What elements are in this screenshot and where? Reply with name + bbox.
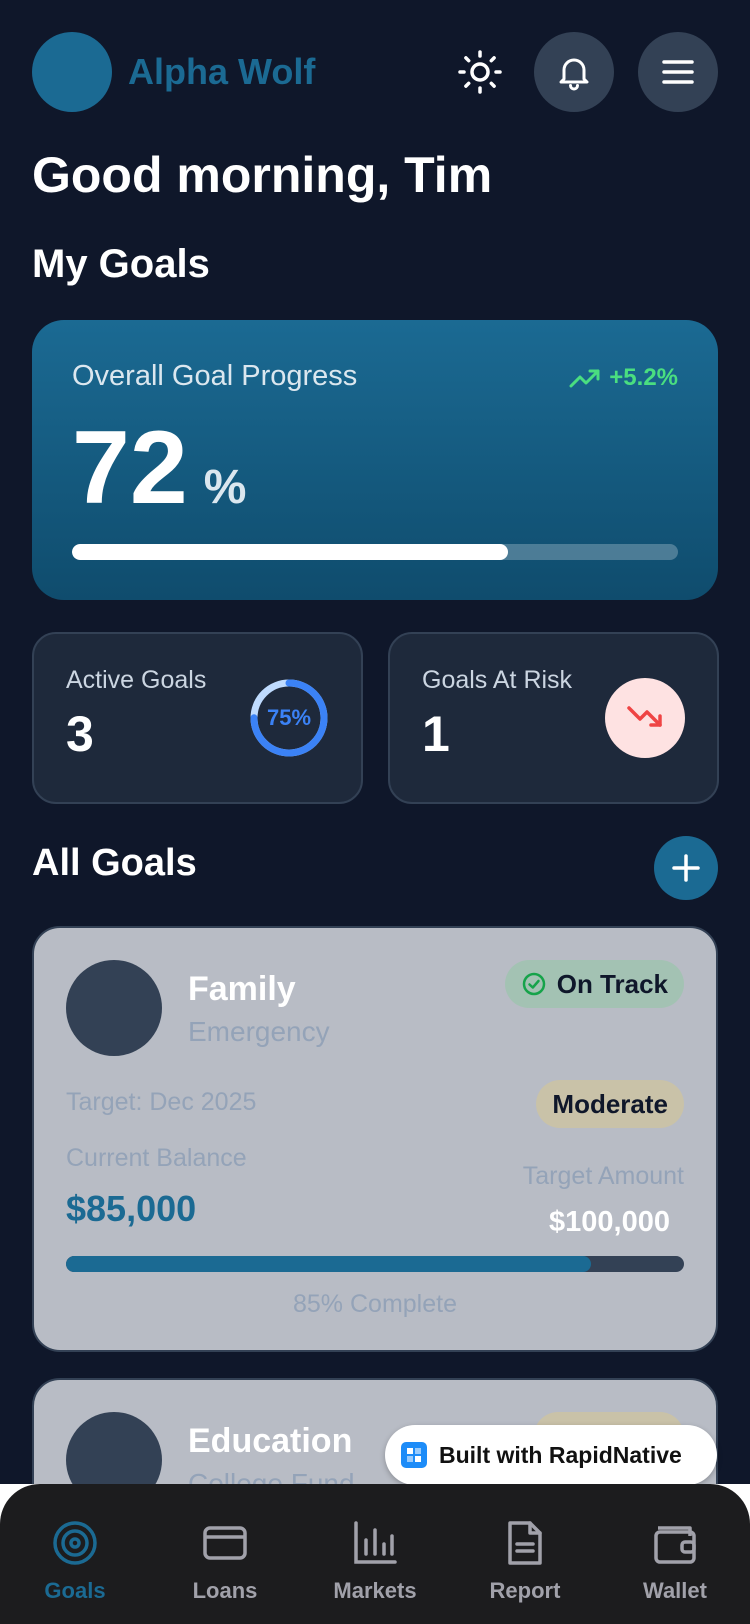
status-text: On Track [556,968,668,999]
goals-at-risk-card[interactable]: Goals At Risk 1 [388,632,719,804]
rapidnative-logo-icon [401,1442,427,1468]
logo-avatar [32,32,112,112]
app-header: Alpha Wolf [32,32,718,112]
theme-toggle-button[interactable] [450,42,510,102]
built-with-badge[interactable]: Built with RapidNative [385,1425,717,1485]
target-icon [53,1521,97,1565]
overall-value: 72 % [72,416,246,520]
overall-progress-bar [72,544,678,560]
current-balance-label: Current Balance [66,1144,247,1172]
nav-label-goals: Goals [44,1578,106,1603]
nav-label-markets: Markets [333,1578,417,1603]
risk-level-badge: Moderate [536,1080,684,1128]
menu-button[interactable] [638,32,718,112]
ring-percent: 75% [266,705,312,730]
all-goals-title: All Goals [32,842,197,884]
greeting: Good morning, Tim [32,147,493,203]
goal-name: Education [188,1422,353,1460]
overall-percent-unit: % [203,461,247,514]
rapidnative-mark-icon [407,1448,421,1462]
wallet-icon [654,1526,696,1564]
trend-down-icon [627,706,662,727]
notifications-button[interactable] [534,32,614,112]
risk-indicator [605,678,685,758]
card-icon [203,1526,247,1560]
nav-label-loans: Loans [192,1578,258,1603]
overall-percent-number: 72 [72,410,188,526]
check-circle-icon [522,972,545,996]
brand-name: Alpha Wolf [128,51,316,92]
target-amount-value: $100,000 [549,1206,670,1238]
nav-item-goals[interactable]: Goals [0,1520,150,1604]
add-goal-button[interactable] [654,836,718,900]
current-balance-value: $85,000 [66,1188,197,1229]
document-icon [508,1521,542,1565]
bottom-navigation-surface: Goals Loans Markets Report Wallet [0,1484,750,1624]
goal-progress-fill [66,1256,592,1272]
nav-item-wallet[interactable]: Wallet [600,1520,750,1604]
trend-indicator: +5.2% [569,364,678,392]
trend-value: +5.2% [609,364,678,391]
built-with-text: Built with RapidNative [439,1441,682,1468]
goal-avatar [66,960,162,1056]
goal-complete-text: 85% Complete [293,1290,457,1318]
bar-chart-icon [354,1521,397,1564]
target-date: Target: Dec 2025 [66,1088,257,1116]
bell-icon [559,58,589,91]
target-amount-label: Target Amount [522,1162,684,1190]
plus-icon [672,854,700,882]
active-goals-ring: 75% [249,678,329,758]
my-goals-title: My Goals [32,242,210,286]
nav-label-report: Report [489,1578,561,1603]
trend-up-icon [569,369,600,388]
nav-item-loans[interactable]: Loans [150,1520,300,1604]
goal-subtitle: Emergency [188,1016,330,1047]
goal-name: Family [188,970,296,1008]
nav-label-wallet: Wallet [643,1578,707,1603]
active-goals-card[interactable]: Active Goals 3 75% [32,632,363,804]
sun-icon [458,50,502,94]
bottom-navigation: Goals Loans Markets Report Wallet [0,1484,750,1624]
hamburger-icon [662,60,694,84]
nav-item-markets[interactable]: Markets [300,1520,450,1604]
nav-item-report[interactable]: Report [450,1520,600,1604]
status-badge: On Track [504,960,684,1008]
goal-card-family[interactable]: Family Emergency On Track Target: Dec 20… [32,926,718,1352]
overall-progress-card[interactable]: Overall Goal Progress +5.2% 72 % [32,320,718,600]
overall-progress-fill [72,544,509,560]
goal-progress-bar [66,1256,684,1272]
header-actions [450,32,718,112]
